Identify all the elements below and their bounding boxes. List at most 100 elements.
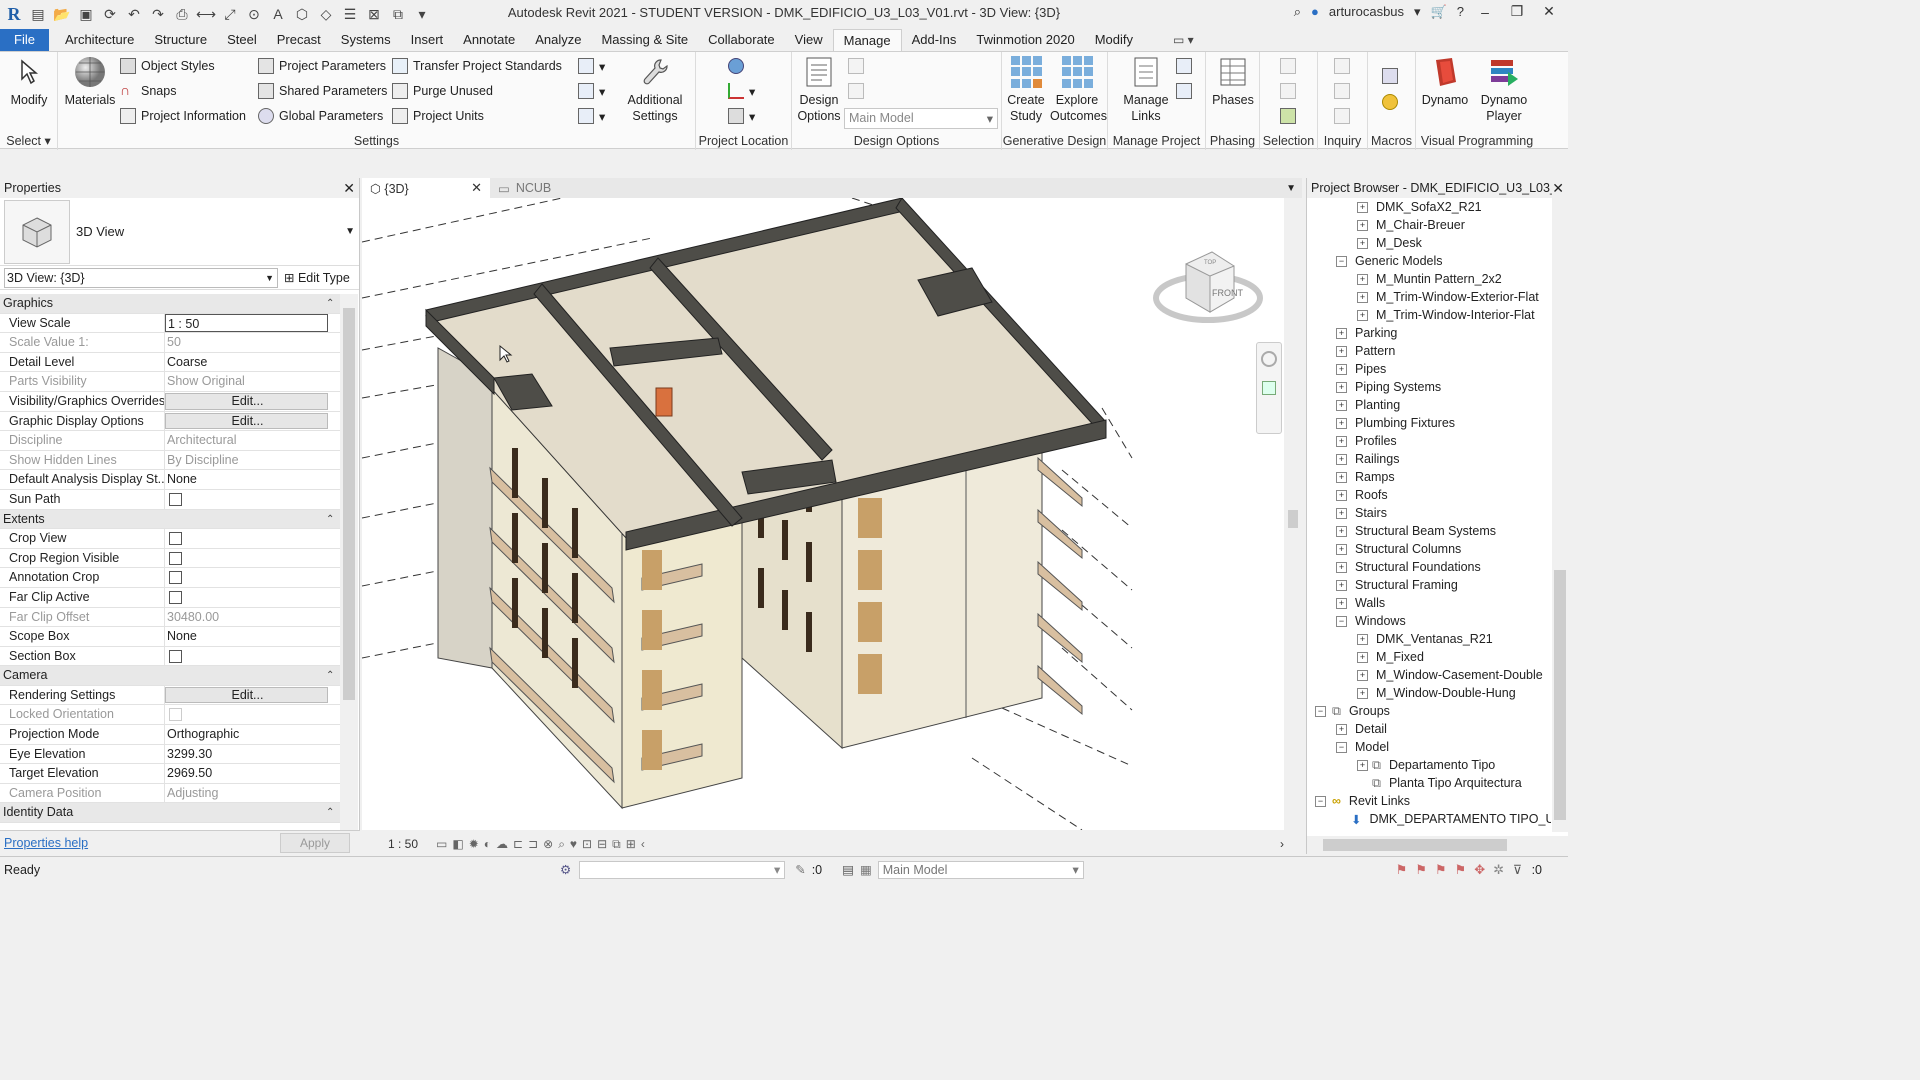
text-icon[interactable]: A	[268, 4, 288, 24]
restore-icon[interactable]: ❐	[1506, 3, 1528, 20]
dynamo-player-button[interactable]: Dynamo Player	[1474, 56, 1534, 124]
tab-add-ins[interactable]: Add-Ins	[902, 29, 967, 51]
viewcube[interactable]: FRONT TOP	[1152, 242, 1264, 334]
drag-on-selection-icon[interactable]: ✥	[1474, 862, 1485, 878]
expand-icon[interactable]: +	[1336, 723, 1347, 735]
add-to-set-icon[interactable]	[848, 58, 864, 74]
browser-item[interactable]: + Pattern	[1307, 342, 1551, 360]
browser-item[interactable]: ⧉ Planta Tipo Arquitectura	[1307, 774, 1551, 792]
checkbox[interactable]	[169, 649, 182, 663]
expand-icon[interactable]: +	[1336, 471, 1347, 483]
starting-view-icon[interactable]	[1176, 58, 1192, 74]
tab-modify[interactable]: Modify	[1085, 29, 1143, 51]
expand-icon[interactable]: +	[1357, 687, 1368, 699]
select-underlay-icon[interactable]: ⚑	[1415, 862, 1427, 878]
property-value[interactable]: Orthographic	[165, 725, 340, 744]
sun-path-icon[interactable]: ✹	[469, 837, 479, 852]
property-value[interactable]: Coarse	[165, 353, 340, 372]
user-icon[interactable]: ●	[1311, 4, 1319, 19]
browser-item[interactable]: + M_Window-Double-Hung	[1307, 684, 1551, 702]
edit-type-button[interactable]: ⊞ Edit Type	[284, 270, 350, 285]
contextual-tab-toggle-icon[interactable]: ▭ ▾	[1173, 33, 1194, 47]
tab-analyze[interactable]: Analyze	[525, 29, 591, 51]
close-properties-icon[interactable]: ✕	[343, 180, 355, 197]
checkbox[interactable]	[169, 532, 182, 546]
worksets-icon[interactable]: ⚙	[560, 862, 571, 877]
property-section-identity-data[interactable]: Identity Data ⌃	[0, 803, 340, 824]
detail-level-icon[interactable]: ▭	[436, 837, 447, 852]
steering-wheel-icon[interactable]	[1261, 351, 1277, 367]
browser-item[interactable]: ⬇ DMK_DEPARTAMENTO TIPO_U3_L	[1307, 810, 1551, 828]
dropdown-tool-3[interactable]: ▾	[578, 108, 605, 124]
sync-icon[interactable]: ⟳	[100, 4, 120, 24]
macro-security-icon[interactable]	[1382, 94, 1398, 110]
property-value[interactable]: None	[165, 470, 340, 489]
shadows-icon[interactable]: ◐	[484, 837, 491, 852]
collapse-icon[interactable]: −	[1336, 615, 1347, 627]
purge-unused-button[interactable]: Purge Unused	[392, 83, 493, 99]
browser-item[interactable]: + M_Muntin Pattern_2x2	[1307, 270, 1551, 288]
tab-ncub[interactable]: ▭ NCUB	[490, 178, 559, 198]
apply-button[interactable]: Apply	[280, 832, 350, 853]
tab-3d-view[interactable]: ⬡ {3D} ✕	[362, 178, 490, 198]
ids-of-selection-icon[interactable]	[1334, 58, 1350, 74]
property-value[interactable]: None	[165, 627, 340, 646]
scroll-left-icon[interactable]: ‹	[641, 837, 645, 852]
reveal-constraints-icon[interactable]: ⊞	[626, 837, 636, 852]
background-processes-icon[interactable]: ✲	[1493, 862, 1504, 878]
expand-icon[interactable]: +	[1336, 507, 1347, 519]
workset-combo[interactable]: ▾	[579, 860, 786, 879]
position-button[interactable]: ▾	[728, 108, 755, 124]
global-parameters-button[interactable]: Global Parameters	[258, 108, 383, 124]
worksharing-display-icon[interactable]: ⊡	[582, 837, 592, 852]
expand-icon[interactable]: +	[1336, 417, 1347, 429]
browser-hscroll[interactable]	[1307, 836, 1569, 854]
property-section-extents[interactable]: Extents ⌃	[0, 509, 340, 530]
analytical-model-icon[interactable]: ⊟	[597, 837, 607, 852]
manage-links-button[interactable]: Manage Links	[1116, 56, 1176, 124]
expand-icon[interactable]: +	[1336, 381, 1347, 393]
close-hidden-icon[interactable]: ⊠	[364, 4, 384, 24]
viewport-vscroll[interactable]	[1284, 198, 1302, 830]
reveal-hidden-icon[interactable]: ♥	[570, 837, 577, 852]
browser-item[interactable]: + M_Chair-Breuer	[1307, 216, 1551, 234]
expand-icon[interactable]: +	[1357, 651, 1368, 663]
browser-item[interactable]: + Detail	[1307, 720, 1551, 738]
highlight-displacement-icon[interactable]: ⧉	[612, 837, 621, 852]
expand-icon[interactable]: +	[1336, 453, 1347, 465]
browser-vscroll[interactable]	[1552, 198, 1568, 832]
expand-icon[interactable]: +	[1336, 327, 1347, 339]
open-icon[interactable]: 📂	[52, 4, 72, 24]
design-option-status-combo[interactable]: Main Model ▾	[877, 860, 1084, 879]
collapse-icon[interactable]: −	[1315, 795, 1326, 807]
browser-item[interactable]: + M_Window-Casement-Double	[1307, 666, 1551, 684]
tab-insert[interactable]: Insert	[401, 29, 454, 51]
tab-view[interactable]: View	[785, 29, 833, 51]
expand-icon[interactable]: +	[1357, 633, 1368, 645]
dynamo-button[interactable]: Dynamo	[1420, 56, 1470, 108]
revit-logo-icon[interactable]: R	[4, 4, 24, 24]
project-parameters-button[interactable]: Project Parameters	[258, 58, 386, 74]
home-icon[interactable]: ▤	[28, 4, 48, 24]
show-crop-region-icon[interactable]: ⊐	[528, 837, 538, 852]
create-study-button[interactable]: Create Study	[1004, 56, 1048, 124]
tab-steel[interactable]: Steel	[217, 29, 267, 51]
dropdown-tool-2[interactable]: ▾	[578, 83, 605, 99]
expand-icon[interactable]: +	[1336, 399, 1347, 411]
section-icon[interactable]: ◇	[316, 4, 336, 24]
exclude-options-icon[interactable]: ▦	[860, 862, 872, 877]
browser-item[interactable]: + Parking	[1307, 324, 1551, 342]
phases-button[interactable]: Phases	[1210, 56, 1256, 108]
editing-requests-icon[interactable]: ✎	[795, 862, 805, 877]
object-styles-button[interactable]: Object Styles	[120, 58, 215, 74]
visual-style-icon[interactable]: ◧	[452, 837, 463, 852]
tab-collaborate[interactable]: Collaborate	[698, 29, 785, 51]
collapse-icon[interactable]: ⌃	[326, 666, 340, 685]
browser-item[interactable]: + Ramps	[1307, 468, 1551, 486]
tab-massing-site[interactable]: Massing & Site	[591, 29, 698, 51]
zoom-region-icon[interactable]	[1262, 381, 1276, 395]
collapse-icon[interactable]: −	[1336, 255, 1347, 267]
switch-windows-icon[interactable]: ⧉	[388, 4, 408, 24]
view-scale[interactable]: 1 : 50	[388, 837, 432, 851]
expand-icon[interactable]: +	[1357, 291, 1368, 303]
